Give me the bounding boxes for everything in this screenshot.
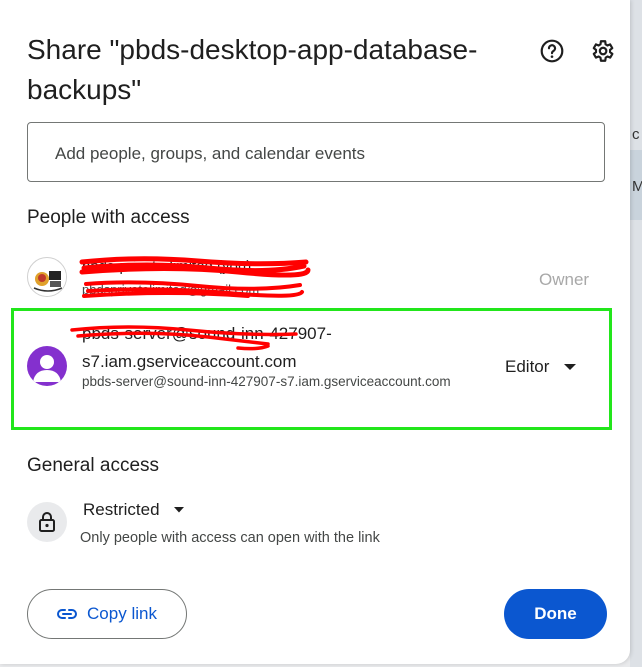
copy-link-button[interactable]: Copy link [27, 589, 187, 639]
owner-logo-icon [29, 259, 66, 296]
dialog-title: Share "pbds-desktop-app-database-backups… [27, 34, 478, 105]
share-dialog: Share "pbds-desktop-app-database-backups… [0, 0, 630, 664]
dropdown-caret-icon [564, 364, 577, 370]
editor-avatar [27, 346, 67, 386]
link-icon [57, 609, 78, 619]
lock-icon [39, 512, 55, 532]
add-people-input[interactable] [53, 141, 577, 167]
background-glyph: c [632, 126, 640, 143]
editor-role-dropdown[interactable]: Editor [505, 354, 577, 380]
general-access-heading: General access [27, 455, 160, 476]
dropdown-caret-icon [173, 507, 184, 513]
owner-avatar [27, 257, 67, 297]
editor-role-label: Editor [505, 357, 550, 376]
editor-email: pbds-server@sound-inn-427907-s7.iam.gser… [82, 374, 451, 389]
general-access-description: Only people with access can open with th… [80, 530, 380, 546]
owner-role-label: Owner [539, 270, 590, 289]
general-access-mode: Restricted [83, 500, 160, 519]
copy-link-label: Copy link [87, 604, 157, 623]
owner-name: pbds-private-limited (you) [82, 258, 252, 275]
gear-icon[interactable] [589, 38, 615, 64]
background-app: c M [630, 0, 642, 667]
editor-name: pbds-server@sound-inn-427907-s7.iam.gser… [82, 324, 332, 371]
help-icon[interactable] [539, 38, 565, 64]
add-people-field[interactable] [27, 122, 605, 182]
people-with-access-heading: People with access [27, 207, 190, 228]
lock-badge [27, 502, 67, 542]
done-button[interactable]: Done [504, 589, 607, 639]
person-icon [33, 355, 61, 382]
background-glyph: M [632, 178, 642, 195]
owner-email: pbdsprivatelimited@gmail.com [82, 282, 260, 297]
general-access-dropdown[interactable]: Restricted [83, 500, 184, 520]
